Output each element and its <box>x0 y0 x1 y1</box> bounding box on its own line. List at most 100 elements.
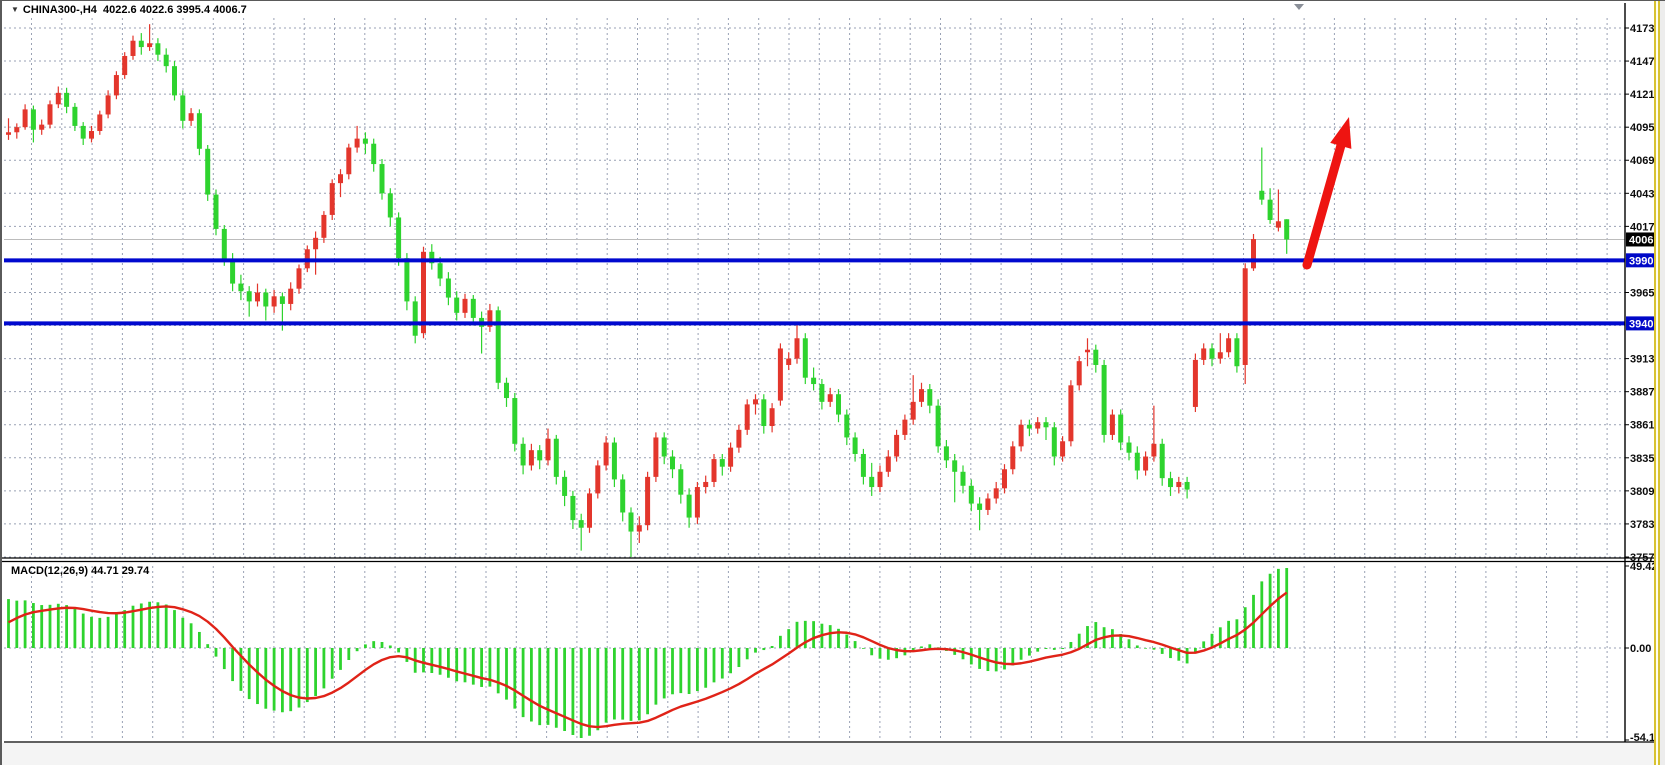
candle-body <box>197 113 202 149</box>
candle-body <box>1151 444 1156 457</box>
candle-body <box>421 252 426 333</box>
candle-body <box>811 378 816 384</box>
candle-body <box>280 296 285 304</box>
candle-body <box>1185 482 1190 490</box>
candle-body <box>139 41 144 47</box>
candle-body <box>131 41 136 56</box>
candle-body <box>761 399 766 426</box>
macd-indicator-label: MACD(12,26,9) 44.71 29.74 <box>11 565 149 577</box>
candle-body <box>687 495 692 518</box>
candle-body <box>106 95 111 114</box>
candle-body <box>1110 415 1115 435</box>
candle-body <box>562 477 567 496</box>
candle-body <box>230 259 235 283</box>
candle-body <box>878 472 883 487</box>
candle-body <box>1127 443 1132 453</box>
candle-body <box>321 215 326 238</box>
candle-body <box>147 43 152 47</box>
candle-body <box>1284 219 1289 239</box>
candle-body <box>14 127 19 132</box>
candle-body <box>1068 385 1073 441</box>
candle-body <box>902 420 907 435</box>
chart-shift-marker-icon[interactable] <box>1294 4 1304 10</box>
candle-body <box>189 113 194 121</box>
candle-body <box>695 487 700 518</box>
symbol-dropdown-icon[interactable]: ▼ <box>11 5 19 14</box>
candle-body <box>1251 239 1256 268</box>
candle-body <box>1201 348 1206 359</box>
candle-body <box>927 389 932 406</box>
candle-body <box>1176 482 1181 487</box>
candle-body <box>1002 469 1007 488</box>
candle-body <box>89 131 94 139</box>
candle-body <box>703 482 708 487</box>
candle-body <box>363 139 368 144</box>
trend-arrow-shaft[interactable] <box>1307 140 1342 265</box>
candle-body <box>728 448 733 467</box>
macd-main-value: 44.71 <box>91 565 119 577</box>
candle-body <box>1019 425 1024 447</box>
candle-body <box>247 291 252 301</box>
candle-body <box>819 384 824 402</box>
candle-body <box>39 125 44 130</box>
candle-body <box>1060 441 1065 456</box>
candle-body <box>554 439 559 477</box>
candle-body <box>977 504 982 510</box>
candle-body <box>1243 268 1248 365</box>
candle-body <box>1218 352 1223 358</box>
candle-body <box>712 459 717 482</box>
candle-body <box>1010 446 1015 469</box>
candle-body <box>803 338 808 377</box>
candle-body <box>313 238 318 249</box>
candle-body <box>97 114 102 131</box>
candle-body <box>645 477 650 525</box>
candle-body <box>272 296 277 306</box>
candle-body <box>1027 425 1032 429</box>
candle-body <box>512 398 517 444</box>
candle-body <box>521 444 526 466</box>
candle-body <box>653 437 658 476</box>
macd-name: MACD(12,26,9) <box>11 565 88 577</box>
candle-body <box>1052 427 1057 456</box>
candle-body <box>637 525 642 531</box>
candle-body <box>678 469 683 494</box>
candle-body <box>23 109 28 127</box>
candle-body <box>736 430 741 448</box>
chart-canvas[interactable]: 4173.04147.04121.04095.04069.04043.04017… <box>2 1 1665 765</box>
candle-body <box>180 95 185 120</box>
candle-body <box>844 415 849 438</box>
macd-axis-label: 0.00 <box>1630 643 1651 655</box>
candle-body <box>1035 422 1040 428</box>
candle-body <box>330 183 335 215</box>
candle-body <box>1077 361 1082 385</box>
candle-body <box>297 268 302 288</box>
candle-body <box>595 465 600 493</box>
candle-body <box>828 394 833 402</box>
window-right-padding <box>1660 1 1665 765</box>
candle-body <box>1168 478 1173 487</box>
candle-body <box>720 459 725 467</box>
time-axis-strip <box>2 743 1654 765</box>
trend-arrow-head[interactable] <box>1330 117 1351 149</box>
symbol-timeframe-label: CHINA300-,H4 <box>23 4 97 16</box>
candle-body <box>1268 200 1273 220</box>
candle-body <box>371 144 376 164</box>
candle-body <box>238 284 243 292</box>
candle-body <box>952 460 957 471</box>
candle-body <box>72 107 77 126</box>
candle-body <box>886 457 891 472</box>
candle-body <box>570 496 575 520</box>
candle-body <box>1276 221 1281 227</box>
candle-body <box>205 149 210 195</box>
candle-body <box>985 498 990 509</box>
candle-body <box>404 258 409 301</box>
candle-body <box>919 389 924 402</box>
candle-body <box>936 406 941 447</box>
candle-body <box>1044 422 1049 427</box>
candle-body <box>911 402 916 420</box>
candle-body <box>338 174 343 183</box>
candle-body <box>255 292 260 301</box>
candle-body <box>579 520 584 528</box>
candle-body <box>795 338 800 358</box>
candle-body <box>853 437 858 454</box>
